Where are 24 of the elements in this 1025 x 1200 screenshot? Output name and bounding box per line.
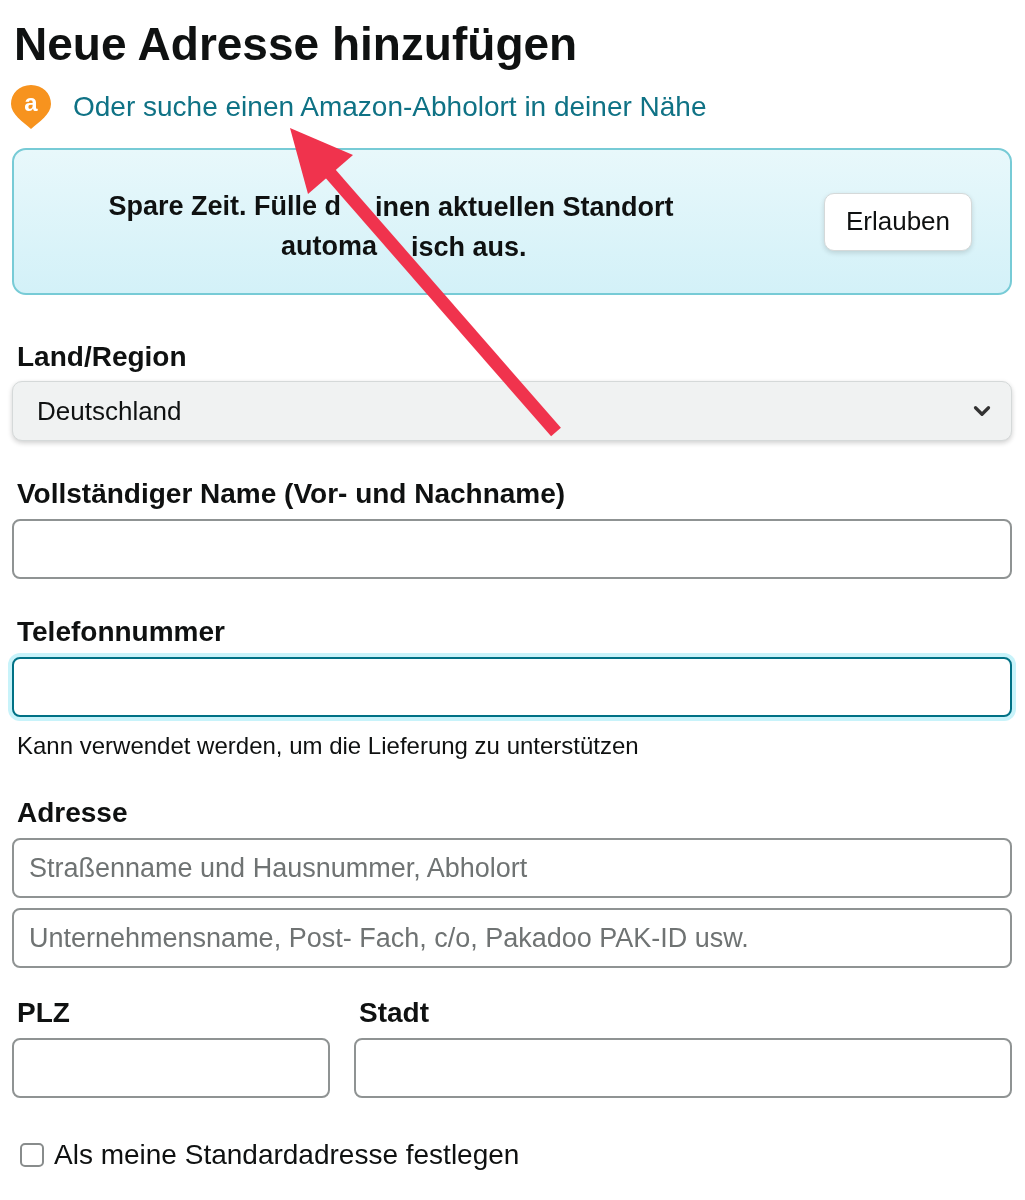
field-hint: Kann verwendet werden, um die Lieferung zu unterstützen [16, 732, 640, 760]
field-label: Stadt [358, 997, 430, 1029]
address-input[interactable]: Straßenname und Hausnummer, Abholort [12, 838, 1012, 898]
pickup-location-link[interactable]: Oder suche einen Amazon-Abholort in deiner Nähe [73, 91, 707, 123]
field-label: Telefonnummer [16, 616, 226, 648]
map-pin-icon: a [10, 84, 52, 130]
banner-text: isch aus. [411, 233, 527, 261]
field-label: PLZ [16, 997, 71, 1029]
allow-button[interactable]: Erlauben [824, 192, 972, 251]
text-input[interactable] [12, 657, 1012, 717]
text-input[interactable] [354, 1038, 1012, 1098]
text-input[interactable] [12, 1038, 330, 1098]
checkbox[interactable] [20, 1143, 44, 1167]
country-select[interactable]: Deutschland [12, 381, 1012, 441]
address-input[interactable]: Unternehmensname, Post- Fach, c/o, Pakadoo PAK-ID usw. [12, 908, 1012, 968]
field-label: Adresse [16, 797, 129, 829]
page-title: Neue Adresse hinzufügen [13, 18, 579, 70]
checkbox-label: Als meine Standardadresse festlegen [54, 1139, 520, 1171]
field-label: Vollständiger Name (Vor- und Nachname) [16, 478, 567, 510]
field-label: Land/Region [16, 341, 188, 373]
banner-text: inen aktuellen Standort [375, 193, 674, 221]
banner-text: Spare Zeit. Fülle d [108, 191, 341, 221]
text-input[interactable] [12, 519, 1012, 579]
banner-text: automa [280, 231, 377, 261]
